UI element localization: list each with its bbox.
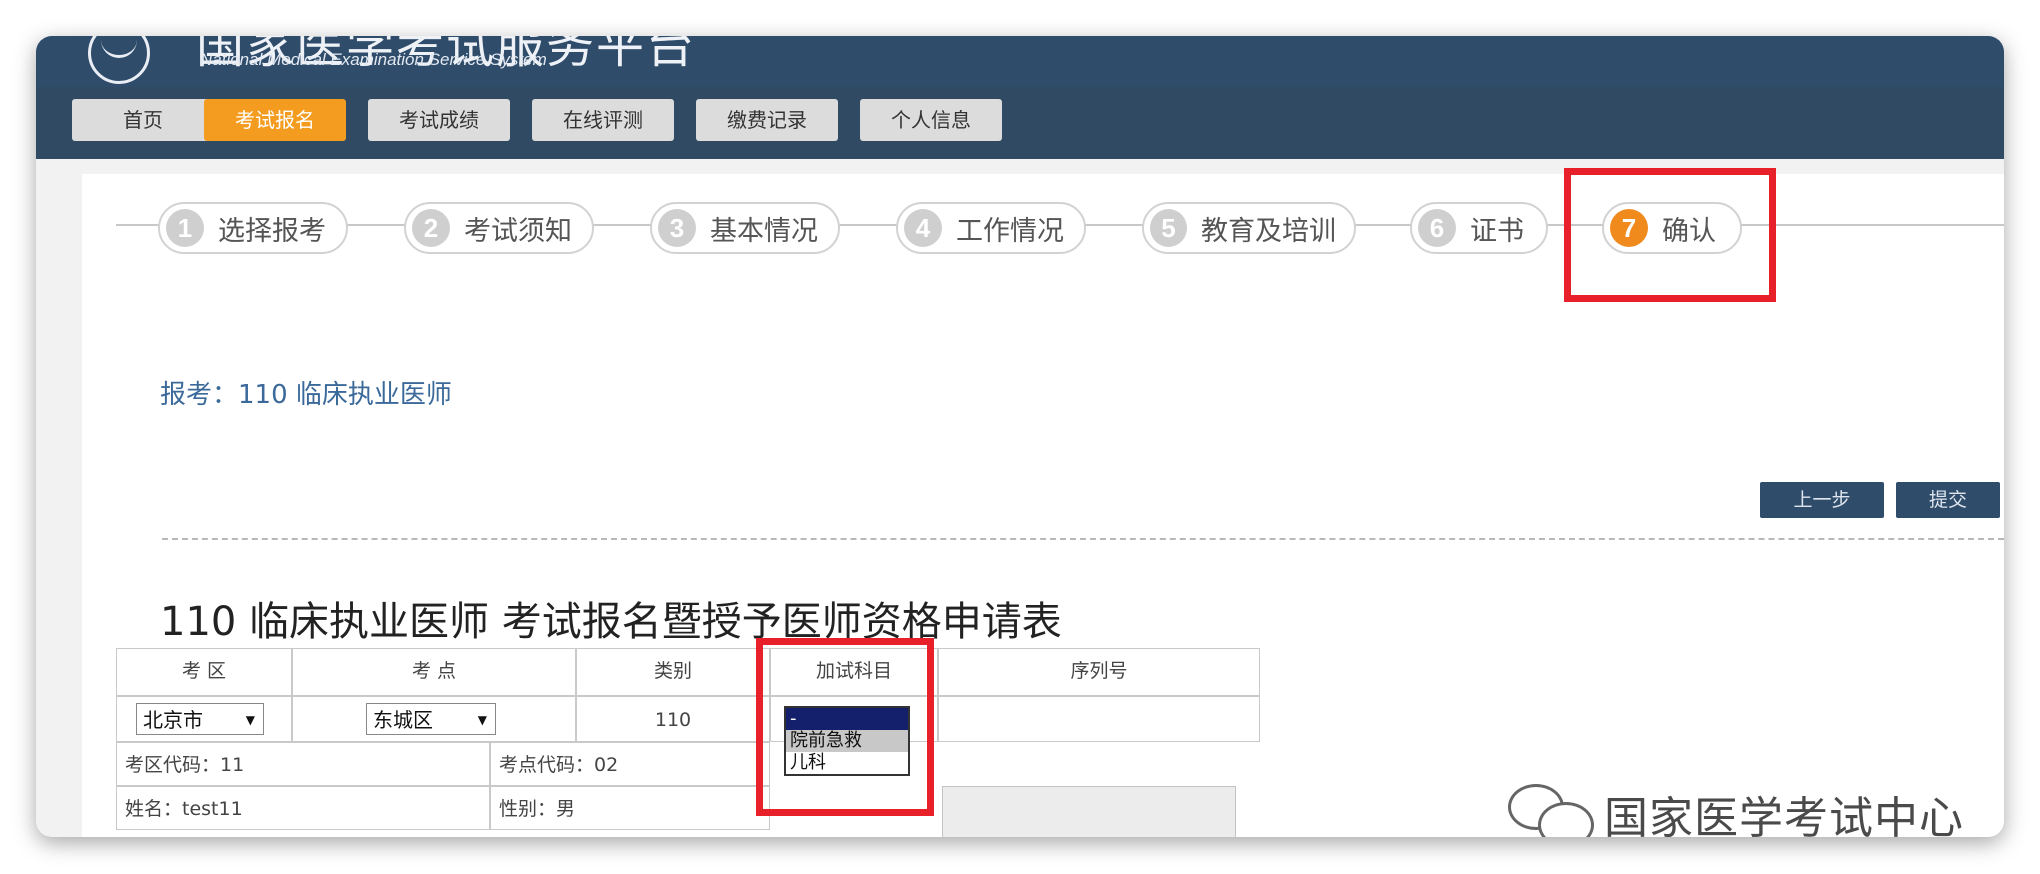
kaoqu-select-value: 北京市 bbox=[143, 708, 203, 732]
step-number: 3 bbox=[658, 209, 696, 247]
photo-placeholder bbox=[942, 786, 1236, 837]
step-number: 1 bbox=[166, 209, 204, 247]
header-kaodian: 考 点 bbox=[292, 648, 576, 696]
annotation-box-step7 bbox=[1564, 168, 1776, 302]
dropdown-arrow-icon: ▼ bbox=[245, 713, 255, 727]
name-field: 姓名：test11 bbox=[116, 786, 490, 830]
step-label: 教育及培训 bbox=[1201, 215, 1336, 247]
step-3[interactable]: 3 基本情况 bbox=[650, 202, 840, 254]
divider bbox=[162, 538, 2004, 540]
step-number: 5 bbox=[1150, 209, 1187, 247]
step-5[interactable]: 5 教育及培训 bbox=[1142, 202, 1356, 254]
step-2[interactable]: 2 考试须知 bbox=[404, 202, 594, 254]
kaodian-select-value: 东城区 bbox=[373, 708, 433, 732]
annotation-box-jiashi bbox=[756, 638, 934, 816]
leibie-value: 110 bbox=[576, 696, 770, 742]
nav-scores[interactable]: 考试成绩 bbox=[368, 99, 510, 141]
nav-personal-info[interactable]: 个人信息 bbox=[860, 99, 1002, 141]
step-number: 4 bbox=[904, 209, 942, 247]
kaodian-code: 考点代码：02 bbox=[490, 742, 770, 786]
kaodian-select[interactable]: 东城区 ▼ bbox=[366, 703, 496, 735]
nav-registration[interactable]: 考试报名 bbox=[204, 99, 346, 141]
step-label: 基本情况 bbox=[710, 215, 818, 247]
xuliehao-cell bbox=[938, 696, 1260, 742]
step-6[interactable]: 6 证书 bbox=[1410, 202, 1548, 254]
step-label: 证书 bbox=[1470, 215, 1524, 247]
kaoqu-code: 考区代码：11 bbox=[116, 742, 490, 786]
header-leibie: 类别 bbox=[576, 648, 770, 696]
main-nav: 首页 考试报名 考试成绩 在线评测 缴费记录 个人信息 bbox=[36, 87, 2004, 159]
chat-bubble-icon bbox=[1538, 802, 1594, 837]
step-4[interactable]: 4 工作情况 bbox=[896, 202, 1086, 254]
dropdown-arrow-icon: ▼ bbox=[477, 713, 487, 727]
watermark-text: 国家医学考试中心 bbox=[1604, 793, 1964, 837]
step-number: 2 bbox=[412, 209, 450, 247]
step-1[interactable]: 1 选择报考 bbox=[158, 202, 348, 254]
nav-online-assessment[interactable]: 在线评测 bbox=[532, 99, 674, 141]
prev-step-button[interactable]: 上一步 bbox=[1760, 482, 1884, 518]
step-label: 选择报考 bbox=[218, 215, 326, 247]
step-label: 考试须知 bbox=[464, 215, 572, 247]
step-number: 6 bbox=[1418, 209, 1456, 247]
nav-home[interactable]: 首页 bbox=[72, 99, 214, 141]
site-subtitle: National Medical Examination Service Sys… bbox=[200, 50, 547, 69]
header-bar: 国家医学考试服务平台 National Medical Examination … bbox=[36, 36, 2004, 87]
kaoqu-select[interactable]: 北京市 ▼ bbox=[136, 703, 264, 735]
step-label: 工作情况 bbox=[956, 215, 1064, 247]
submit-button[interactable]: 提交 bbox=[1896, 482, 2000, 518]
wechat-icon bbox=[1508, 784, 1594, 837]
emblem-logo-icon bbox=[88, 36, 150, 84]
app-window: 国家医学考试服务平台 National Medical Examination … bbox=[36, 36, 2004, 837]
nav-payment-records[interactable]: 缴费记录 bbox=[696, 99, 838, 141]
header-kaoqu: 考 区 bbox=[116, 648, 292, 696]
header-xuliehao: 序列号 bbox=[938, 648, 1260, 696]
selected-exam-label: 报考：110 临床执业医师 bbox=[160, 380, 452, 410]
wechat-watermark: 国家医学考试中心 bbox=[1508, 782, 1964, 837]
gender-field: 性别：男 bbox=[490, 786, 770, 830]
